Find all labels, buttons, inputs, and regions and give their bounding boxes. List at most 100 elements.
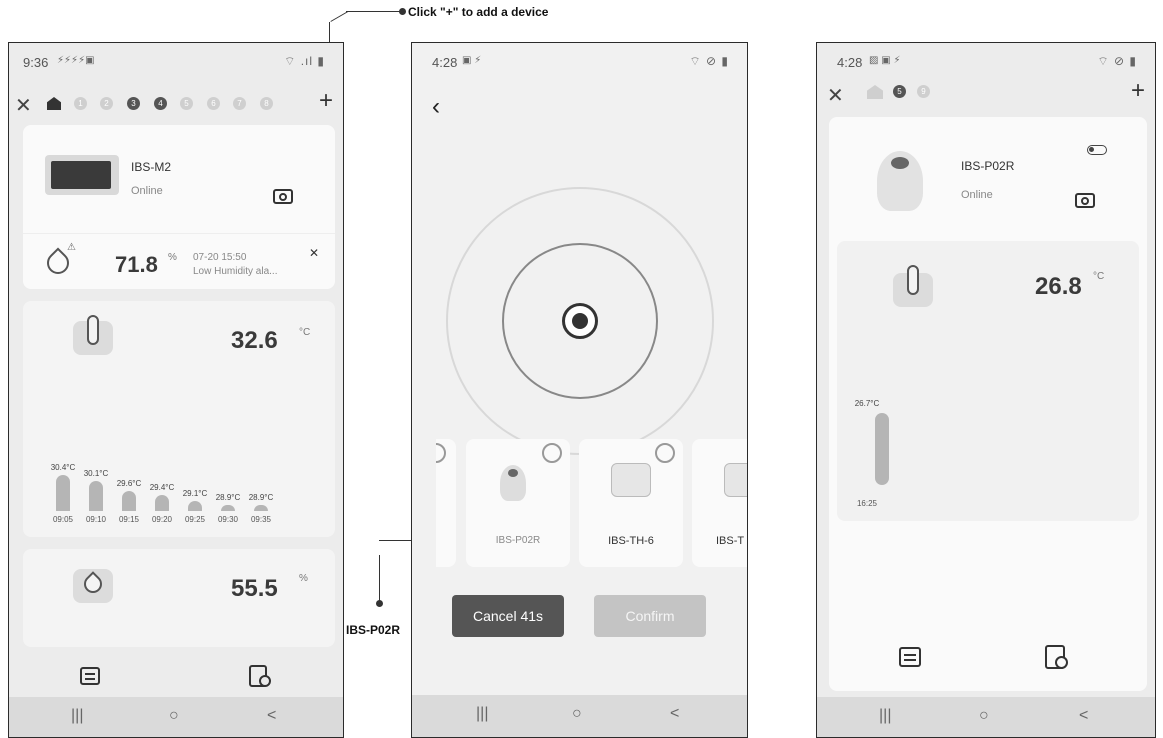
close-icon[interactable]: ✕ <box>15 93 32 118</box>
temperature-value: 32.6 <box>231 327 278 354</box>
notification-icons: ▨ ▣ ⚡ <box>869 55 901 66</box>
device-tab-7[interactable]: 7 <box>233 97 246 110</box>
device-status: Online <box>131 185 163 197</box>
device-tab-8[interactable]: 8 <box>260 97 273 110</box>
device-image <box>45 155 119 195</box>
history-value-label: 28.9°C <box>248 493 274 502</box>
status-time: 9:36 <box>23 55 49 70</box>
history-log-button[interactable] <box>1045 645 1068 669</box>
device-option-t[interactable]: IBS-T <box>692 439 747 567</box>
cancel-button[interactable]: Cancel 41s <box>452 595 564 637</box>
alarm-unit: % <box>168 252 177 263</box>
signal-icons: ⌔ ⊘ ▮ <box>689 54 729 68</box>
bar-time-label: 16:25 <box>856 499 878 508</box>
signal-icons: ⌔ ⊘ ▮ <box>1097 54 1137 68</box>
humidity-card[interactable]: 55.5 % <box>23 549 335 647</box>
notification-icons: ▣ ⚡ <box>462 55 482 66</box>
history-bar <box>56 475 70 511</box>
status-bar: 4:28 ▨ ▣ ⚡ ⌔ ⊘ ▮ <box>817 43 1155 77</box>
history-bar <box>89 481 103 511</box>
toggle-switch[interactable] <box>1087 145 1107 155</box>
scan-target-icon <box>562 303 598 339</box>
back-button[interactable]: < <box>670 705 679 723</box>
alarm-bell-icon: ⚠ <box>67 242 76 253</box>
system-nav-bar: ||| ○ < <box>412 695 747 737</box>
phone-device-list: 9:36 ⚡⚡⚡⚡▣ ⌔ .ıl ▮ ✕ 1 2 3 4 5 6 7 8 + I… <box>8 42 344 738</box>
recent-apps-button[interactable]: ||| <box>476 705 488 723</box>
add-device-button[interactable]: + <box>1131 77 1145 105</box>
device-name: IBS-M2 <box>131 160 172 174</box>
device-option-label: IBS-T <box>716 535 745 547</box>
device-option-th6[interactable]: IBS-TH-6 <box>579 439 683 567</box>
history-bar <box>221 505 235 511</box>
callout-dot <box>376 600 383 607</box>
device-tab-1[interactable]: 1 <box>74 97 87 110</box>
camera-icon[interactable] <box>1075 193 1095 208</box>
home-icon[interactable] <box>47 97 61 110</box>
home-button[interactable]: ○ <box>169 707 179 725</box>
system-nav-bar: ||| ○ < <box>9 697 343 737</box>
history-bar <box>155 495 169 511</box>
add-device-button[interactable]: + <box>319 87 333 115</box>
device-tab-3[interactable]: 3 <box>127 97 140 110</box>
device-status: Online <box>961 189 993 201</box>
home-button[interactable]: ○ <box>979 707 989 725</box>
device-option-p02r[interactable]: IBS-P02R <box>466 439 570 567</box>
history-chart: 30.4°C 09:05 30.1°C 09:10 29.6°C 09:15 29.4°C 0… <box>23 451 335 537</box>
humidity-value: 55.5 <box>231 575 278 602</box>
p02r-device-image <box>500 465 526 501</box>
home-button[interactable]: ○ <box>572 705 582 723</box>
add-device-callout: Click "+" to add a device <box>408 5 549 19</box>
select-radio[interactable] <box>542 443 562 463</box>
select-radio[interactable] <box>655 443 675 463</box>
callout-line <box>346 11 402 12</box>
temperature-unit: °C <box>299 327 311 338</box>
notification-icons: ⚡⚡⚡⚡▣ <box>57 55 95 66</box>
callout-dot <box>399 8 406 15</box>
alarm-text: Low Humidity ala... <box>193 266 278 277</box>
device-tab-5[interactable]: 5 <box>893 85 906 98</box>
device-option-label: IBS-TH-6 <box>608 535 654 547</box>
recent-apps-button[interactable]: ||| <box>879 707 891 725</box>
device-tab-5[interactable]: 5 <box>180 97 193 110</box>
device-tab-2[interactable]: 2 <box>100 97 113 110</box>
callout-line <box>330 11 349 22</box>
system-nav-bar: ||| ○ < <box>817 697 1155 737</box>
home-icon[interactable] <box>867 85 883 99</box>
history-bar <box>122 491 136 511</box>
signal-icons: ⌔ .ıl ▮ <box>284 54 325 68</box>
camera-icon[interactable] <box>273 189 293 204</box>
phone-device-added: 4:28 ▨ ▣ ⚡ ⌔ ⊘ ▮ ✕ 5 9 + IBS-P02R Online… <box>816 42 1156 738</box>
status-bar: 4:28 ▣ ⚡ ⌔ ⊘ ▮ <box>412 43 747 77</box>
t-device-image <box>724 463 747 497</box>
device-callout: IBS-P02R <box>346 623 401 637</box>
close-icon[interactable]: ✕ <box>827 83 844 108</box>
device-card[interactable]: IBS-M2 Online ⚠ 71.8 % 07-20 15:50 Low H… <box>23 125 335 289</box>
temperature-panel[interactable]: 26.8 °C 26.7°C 16:25 <box>837 241 1139 521</box>
back-arrow-icon[interactable]: ‹ <box>432 93 440 121</box>
device-card[interactable]: IBS-P02R Online 26.8 °C 26.7°C 16:25 <box>829 117 1147 691</box>
status-bar: 9:36 ⚡⚡⚡⚡▣ ⌔ .ıl ▮ <box>9 43 343 77</box>
recent-apps-button[interactable]: ||| <box>71 707 83 725</box>
history-bar <box>254 505 268 511</box>
history-bar <box>875 413 889 485</box>
history-bar <box>188 501 202 511</box>
back-button[interactable]: < <box>267 707 276 725</box>
humidity-unit: % <box>299 573 308 584</box>
device-tab-6[interactable]: 6 <box>207 97 220 110</box>
dismiss-alarm-icon[interactable]: ✕ <box>309 246 319 260</box>
confirm-button[interactable]: Confirm <box>594 595 706 637</box>
history-log-button[interactable] <box>249 665 271 687</box>
th6-device-image <box>611 463 651 497</box>
device-tab-4[interactable]: 4 <box>154 97 167 110</box>
back-button[interactable]: < <box>1079 707 1088 725</box>
device-tab-9[interactable]: 9 <box>917 85 930 98</box>
device-option-partial[interactable] <box>436 439 456 567</box>
settings-button[interactable] <box>899 647 921 667</box>
temperature-card[interactable]: 32.6 °C 30.4°C 09:05 30.1°C 09:10 29.6°C 09:1… <box>23 301 335 537</box>
p02r-device-image <box>877 151 923 211</box>
temperature-value: 26.8 <box>1035 273 1082 300</box>
device-carousel: IBS-P02R IBS-TH-6 IBS-T <box>436 439 747 567</box>
settings-button[interactable] <box>80 667 100 685</box>
bar-value-label: 26.7°C <box>854 399 880 408</box>
